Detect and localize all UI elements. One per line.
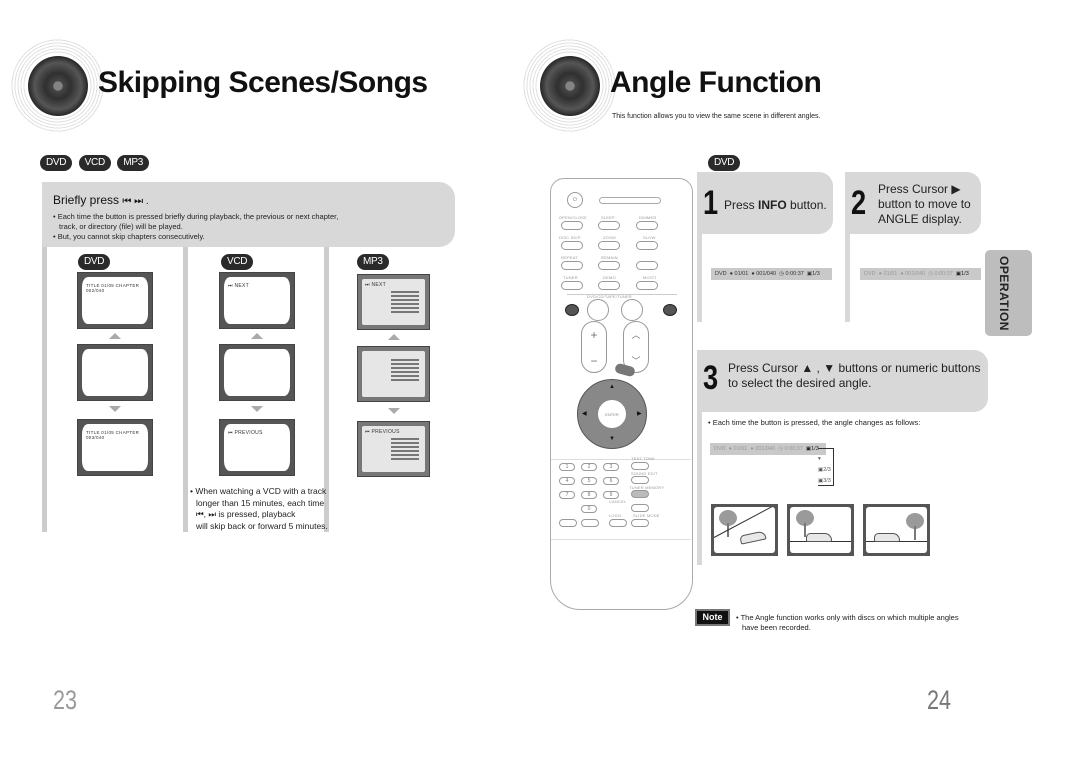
page-title-right: Angle Function (610, 66, 822, 99)
column-divider (183, 247, 188, 532)
note-label: Note (695, 609, 730, 626)
power-button-icon: ⏻ (567, 192, 583, 208)
page-title-left: Skipping Scenes/Songs (98, 66, 428, 99)
page-subtitle: This function allows you to view the sam… (612, 113, 821, 120)
badge-vcd: VCD (78, 155, 111, 171)
step-3-text: Press Cursor ▲ , ▼ buttons or numeric bu… (728, 361, 981, 390)
badge-mp3: MP3 (117, 155, 150, 171)
step-1-rail (697, 234, 702, 322)
skip-forward-icon (663, 304, 677, 316)
cycle-return-arrow (818, 448, 834, 486)
badge-dvd-column: DVD (78, 254, 111, 270)
page-number-right: 24 (927, 685, 952, 715)
arrow-down-icon (109, 406, 121, 412)
skip-icons: ⏮ ⏭ . (122, 196, 149, 207)
instruction-box: Briefly press ⏮ ⏭ . • Each time the butt… (42, 182, 455, 247)
disc-badges: DVD VCD MP3 (40, 152, 151, 171)
display-window (599, 197, 661, 204)
operation-side-tab: OPERATION (985, 250, 1032, 336)
play-pause-button-icon (621, 299, 643, 321)
speaker-graphic (10, 38, 105, 133)
mp3-menu-screen (357, 346, 430, 402)
tv-screen: TITLE 01/05 CHAPTER 002/040 (77, 272, 153, 329)
badge-dvd-right: DVD (708, 155, 741, 171)
cursor-pad: ENTER ▲ ▼ ◀ ▶ (577, 379, 647, 449)
page-number-left: 23 (53, 685, 78, 715)
info-bar-angle-highlighted: DVD ● 01/01 ● 001/040 ◷ 0:00:37 ▣1/3 (860, 268, 981, 280)
step-3-rail (697, 412, 702, 565)
info-bar: DVD ● 01/01 ● 001/040 ◷ 0:00:37 ▣1/3 (711, 268, 832, 280)
angle-view-3 (863, 504, 930, 556)
arrow-down-icon (251, 406, 263, 412)
stop-button-icon (587, 299, 609, 321)
tv-screen (219, 344, 295, 401)
note-text: • The Angle function works only with dis… (736, 613, 959, 632)
info-bar-angle-cycle: DVD ● 01/01 ● 001/040 ◷ 0:00:37 ▣1/3 (710, 443, 826, 455)
volume-rocker: + − (581, 321, 607, 373)
arrow-up-icon (388, 334, 400, 340)
badge-vcd-column: VCD (221, 254, 254, 270)
instruction-bullets: • Each time the button is pressed briefl… (53, 212, 339, 241)
angle-view-1 (711, 504, 778, 556)
step-1-number: 1 (703, 184, 719, 222)
step-2-text: Press Cursor ▶ button to move to ANGLE d… (878, 182, 971, 226)
mp3-menu-screen: ⏭ NEXT (357, 274, 430, 330)
angle-bullet: • Each time the button is pressed, the a… (708, 418, 921, 427)
vcd-note: • When watching a VCD with a track longe… (190, 486, 328, 531)
column-divider (42, 247, 47, 532)
remote-control-illustration: ⏻ OPEN/CLOSE SLEEP DIMMER DISC SKIP ZOOM… (550, 178, 693, 610)
tv-screen: TITLE 01/05 CHAPTER 003/040 (77, 419, 153, 476)
step-1-text: Press INFO button. (724, 198, 827, 212)
instruction-heading: Briefly press ⏮ ⏭ . (53, 193, 149, 207)
angle-view-2 (787, 504, 854, 556)
step-2-number: 2 (851, 184, 867, 222)
tv-screen (77, 344, 153, 401)
badge-dvd: DVD (40, 155, 73, 171)
step-3-number: 3 (703, 359, 719, 397)
tv-screen: ⏭ NEXT (219, 272, 295, 329)
arrow-down-icon (388, 408, 400, 414)
mp3-menu-screen: ⏮ PREVIOUS (357, 421, 430, 477)
speaker-graphic (522, 38, 617, 133)
badge-mp3-column: MP3 (357, 254, 389, 270)
arrow-up-icon (251, 333, 263, 339)
arrow-up-icon (109, 333, 121, 339)
step-2-rail (845, 234, 850, 322)
tv-screen: ⏮ PREVIOUS (219, 419, 295, 476)
skip-back-icon (565, 304, 579, 316)
